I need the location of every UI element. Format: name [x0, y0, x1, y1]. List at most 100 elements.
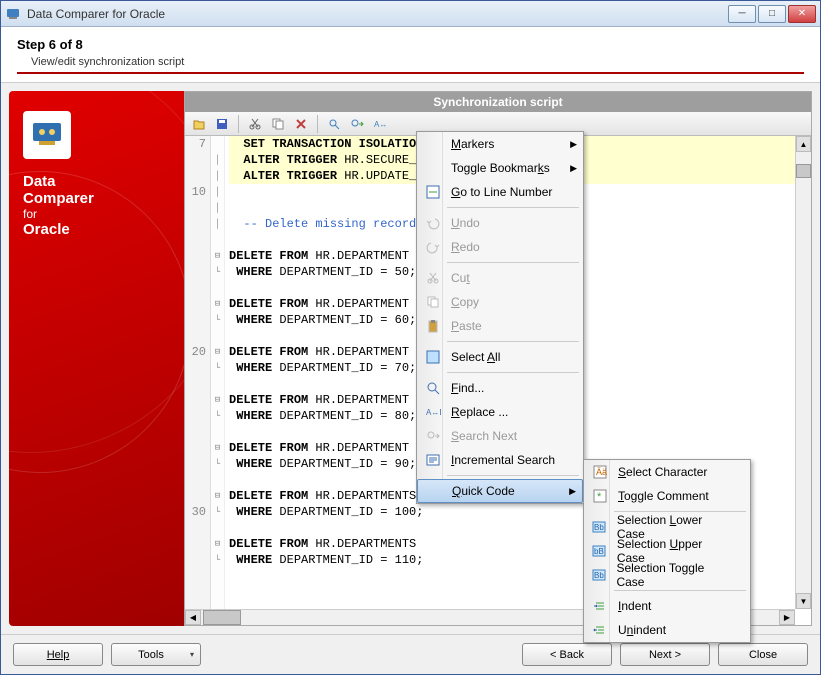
app-window: Data Comparer for Oracle ─ □ ✕ Step 6 of… — [0, 0, 821, 675]
step-title: Step 6 of 8 — [17, 37, 804, 52]
scroll-down-button[interactable]: ▼ — [796, 593, 811, 609]
open-icon[interactable] — [189, 114, 209, 134]
brand-line-2: Comparer — [23, 190, 170, 207]
selchar-icon: Ää — [588, 460, 612, 484]
close-window-button[interactable]: ✕ — [788, 5, 816, 23]
quick-code-submenu[interactable]: Ää Select Character * Toggle Comment BbSelec… — [583, 459, 751, 643]
paste-icon — [421, 314, 445, 338]
menu-item-label: Indent — [618, 599, 651, 613]
searchnext-icon — [421, 424, 445, 448]
blank-icon — [421, 156, 445, 180]
menu-item-incremental-search[interactable]: Incremental Search — [417, 448, 583, 472]
scroll-thumb-horizontal[interactable] — [203, 610, 241, 625]
menu-item-search-next[interactable]: Search Next — [417, 424, 583, 448]
find-icon[interactable] — [324, 114, 344, 134]
menu-item-label: Find... — [451, 381, 484, 395]
scroll-left-button[interactable]: ◀ — [185, 610, 201, 625]
scroll-right-button[interactable]: ▶ — [779, 610, 795, 625]
blank-icon — [421, 132, 445, 156]
tools-button[interactable]: Tools — [111, 643, 201, 666]
menu-item-toggle-bookmarks[interactable]: Toggle Bookmarks ▶ — [417, 156, 583, 180]
copy-icon[interactable] — [268, 114, 288, 134]
submenu-arrow-icon: ▶ — [570, 163, 577, 174]
product-logo — [23, 111, 71, 159]
menu-item-copy[interactable]: Copy — [417, 290, 583, 314]
svg-text:Bb: Bb — [594, 523, 604, 532]
menu-item-redo[interactable]: Redo — [417, 235, 583, 259]
menu-item-quick-code[interactable]: Quick Code▶ — [417, 479, 583, 503]
goto-icon — [421, 180, 445, 204]
cut-icon[interactable] — [245, 114, 265, 134]
replace-icon: A↔B — [421, 400, 445, 424]
redo-icon — [421, 235, 445, 259]
submenu-arrow-icon: ▶ — [569, 486, 576, 497]
menu-item-label: Copy — [451, 295, 479, 309]
delete-icon[interactable] — [291, 114, 311, 134]
fold-column[interactable]: │││││ ⊟└ ⊟└ ⊟└ ⊟└ ⊟└ ⊟└ ⊟└ — [211, 136, 225, 625]
selectall-icon — [421, 345, 445, 369]
menu-item-cut[interactable]: Cut — [417, 266, 583, 290]
titlebar: Data Comparer for Oracle ─ □ ✕ — [1, 1, 820, 27]
menu-item-paste[interactable]: Paste — [417, 314, 583, 338]
menu-item-markers[interactable]: Markers ▶ — [417, 132, 583, 156]
find-icon — [421, 376, 445, 400]
panel-title: Synchronization script — [185, 92, 811, 112]
menu-item-label: Undo — [451, 216, 480, 230]
undo-icon — [421, 211, 445, 235]
menu-item-select-character[interactable]: Ää Select Character — [584, 460, 750, 484]
menu-item-label: Redo — [451, 240, 480, 254]
menu-item-selection-upper-case[interactable]: bBSelection Upper Case — [584, 539, 750, 563]
svg-text:A↔B: A↔B — [374, 120, 387, 129]
editor-context-menu[interactable]: Markers ▶ Toggle Bookmarks ▶ Go to Line Numb… — [416, 131, 584, 504]
menu-item-find-[interactable]: Find... — [417, 376, 583, 400]
menu-item-label: Incremental Search — [451, 453, 555, 467]
menu-item-label: Select All — [451, 350, 500, 364]
menu-item-replace-[interactable]: A↔B Replace ... — [417, 400, 583, 424]
menu-item-label: Paste — [451, 319, 482, 333]
isearch-icon — [421, 448, 445, 472]
menu-item-label: Toggle Comment — [618, 489, 709, 503]
submenu-arrow-icon: ▶ — [570, 139, 577, 150]
line-gutter: 7 10 20 30 — [185, 136, 211, 625]
menu-item-label: Markers — [451, 137, 494, 151]
menu-item-label: Cut — [451, 271, 470, 285]
menu-item-selection-lower-case[interactable]: BbSelection Lower Case — [584, 515, 750, 539]
menu-item-select-all[interactable]: Select All — [417, 345, 583, 369]
scroll-up-button[interactable]: ▲ — [796, 136, 811, 152]
menu-item-go-to-line-number[interactable]: Go to Line Number — [417, 180, 583, 204]
svg-text:A↔B: A↔B — [426, 408, 441, 417]
menu-item-label: Replace ... — [451, 405, 508, 419]
step-subtitle: View/edit synchronization script — [17, 56, 804, 74]
menu-item-label: Select Character — [618, 465, 707, 479]
minimize-button[interactable]: ─ — [728, 5, 756, 23]
menu-item-undo[interactable]: Undo — [417, 211, 583, 235]
help-button[interactable]: Help — [13, 643, 103, 666]
app-icon — [5, 6, 21, 22]
indent-icon — [588, 594, 612, 618]
togcase-icon: Bb — [588, 563, 610, 587]
save-icon[interactable] — [212, 114, 232, 134]
cut-icon — [421, 266, 445, 290]
vertical-scrollbar[interactable]: ▲ ▼ — [795, 136, 811, 609]
close-button[interactable]: Close — [718, 643, 808, 666]
upper-icon: bB — [588, 539, 611, 563]
menu-item-unindent[interactable]: Unindent — [584, 618, 750, 642]
togcom-icon: * — [588, 484, 612, 508]
scroll-thumb-vertical[interactable] — [796, 164, 811, 178]
svg-text:Bb: Bb — [594, 571, 604, 580]
brand-text: Data Comparer for Oracle — [23, 173, 170, 239]
brand-line-3: for — [23, 208, 170, 222]
replace-icon[interactable]: A↔B — [370, 114, 390, 134]
maximize-button[interactable]: □ — [758, 5, 786, 23]
copy-icon — [421, 290, 445, 314]
back-button[interactable]: < Back — [522, 643, 612, 666]
next-button[interactable]: Next > — [620, 643, 710, 666]
menu-item-label: Toggle Bookmarks — [451, 161, 550, 175]
menu-item-toggle-comment[interactable]: * Toggle Comment — [584, 484, 750, 508]
unindent-icon — [588, 618, 612, 642]
svg-text:*: * — [597, 491, 602, 503]
find-next-icon[interactable] — [347, 114, 367, 134]
menu-item-selection-toggle-case[interactable]: BbSelection Toggle Case — [584, 563, 750, 587]
brand-line-4: Oracle — [23, 221, 170, 238]
menu-item-indent[interactable]: Indent — [584, 594, 750, 618]
